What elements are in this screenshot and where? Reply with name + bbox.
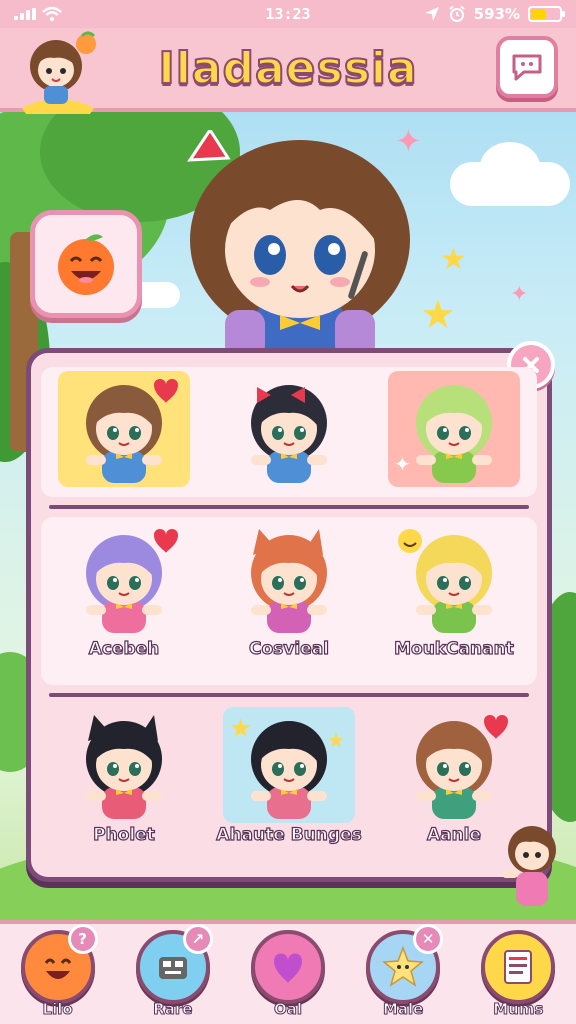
nav-item[interactable]: ↗ Rare — [123, 924, 223, 1019]
notes-icon — [481, 930, 556, 1004]
signal-icon — [14, 8, 36, 20]
character-row: Pholet ★ ★ Ahaute Bunges Aanle — [41, 703, 537, 863]
character-portrait — [388, 521, 520, 637]
nav-item[interactable]: ✕ Male — [353, 924, 453, 1019]
battery-fill — [531, 9, 547, 19]
character-portrait: ★ ★ — [223, 707, 355, 823]
character-portrait — [58, 707, 190, 823]
character-card[interactable]: Acebeh — [49, 521, 199, 660]
status-bar: 13:23 593% — [0, 0, 576, 28]
svg-text:★: ★ — [229, 714, 252, 744]
character-card[interactable]: Cosvieal — [214, 521, 364, 660]
character-name: Ahaute Bunges — [216, 824, 363, 845]
svg-text:★: ★ — [327, 728, 345, 752]
app-title: Iladaessia — [157, 42, 418, 95]
avatar[interactable] — [16, 30, 100, 114]
waving-character — [500, 820, 564, 910]
character-row: Acebeh Cosvieal MoukCanant — [41, 517, 537, 685]
character-name: Pholet — [93, 824, 156, 845]
alarm-icon — [449, 5, 465, 22]
nav-label: Oal — [273, 1000, 302, 1019]
svg-text:✦: ✦ — [394, 452, 411, 476]
character-card[interactable]: ★ ★ Ahaute Bunges — [214, 707, 364, 846]
app-header: Iladaessia — [0, 28, 576, 114]
status-time: 13:23 — [265, 5, 311, 23]
nav-label: Lilo — [42, 1000, 73, 1019]
cloud — [480, 142, 540, 192]
character-card[interactable]: ✦ — [379, 371, 529, 489]
chat-bubble-icon — [512, 54, 542, 81]
character-card[interactable]: Pholet — [49, 707, 199, 846]
battery-percent: 593% — [473, 5, 520, 23]
chat-button[interactable] — [496, 36, 558, 98]
character-select-panel: ✦ Acebeh Cosvieal MoukCanant Pholet ★ ★ Ahaut… — [26, 341, 555, 882]
nav-item[interactable]: Mums — [468, 930, 568, 1019]
character-name: Cosvieal — [248, 638, 329, 659]
character-name: Acebeh — [88, 638, 160, 659]
heart-icon — [250, 930, 325, 1004]
nav-item[interactable]: Oal — [238, 930, 338, 1019]
sparkle-icon: ✦ — [510, 282, 529, 307]
nav-label: Rare — [153, 1000, 193, 1019]
battery-icon — [528, 6, 565, 22]
status-right: 593% — [402, 5, 565, 23]
nav-label: Male — [382, 1000, 424, 1019]
character-row: ✦ — [41, 367, 537, 497]
character-portrait: ✦ — [388, 371, 520, 487]
notification-badge: ✕ — [413, 924, 444, 954]
laughing-orange-icon — [58, 234, 114, 295]
character-name: MoukCanant — [394, 638, 515, 659]
row-divider — [49, 505, 529, 509]
character-card[interactable]: MoukCanant — [379, 521, 529, 660]
character-card[interactable] — [214, 371, 364, 489]
character-name: Aanle — [426, 824, 482, 845]
character-card[interactable] — [49, 371, 199, 489]
character-portrait — [223, 521, 355, 637]
hero-character — [170, 127, 430, 360]
nav-item[interactable]: ? Lilo — [8, 924, 108, 1019]
location-icon — [424, 7, 439, 21]
bottom-nav: ? Lilo ↗ Rare Oal ✕ Male Mums — [0, 920, 576, 1024]
character-portrait — [223, 371, 355, 487]
notification-badge: ? — [67, 924, 98, 954]
wifi-icon — [42, 6, 62, 22]
notification-badge: ↗ — [182, 924, 213, 954]
character-portrait — [58, 371, 190, 487]
character-portrait — [58, 521, 190, 637]
nav-label: Mums — [493, 1000, 544, 1019]
character-portrait — [388, 707, 520, 823]
emoji-button[interactable] — [30, 210, 142, 318]
row-divider — [49, 693, 529, 697]
star-icon: ★ — [440, 242, 467, 277]
status-left — [14, 6, 174, 22]
